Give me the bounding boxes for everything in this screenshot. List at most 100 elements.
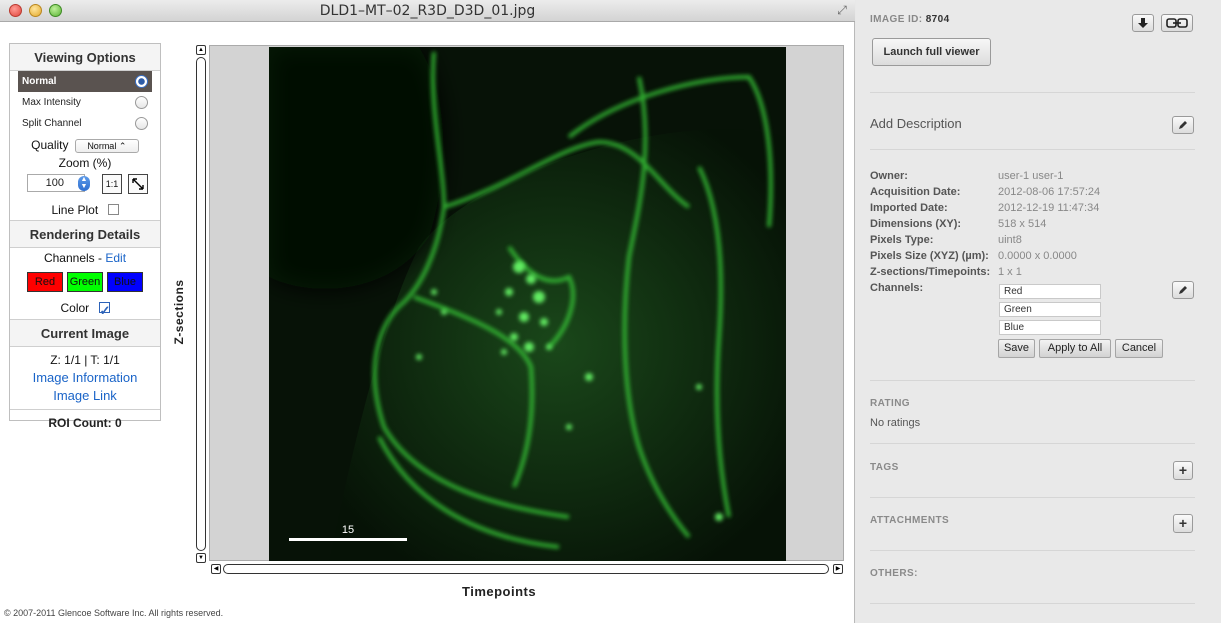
expand-diagonal-icon xyxy=(132,178,144,190)
image-id-value: 8704 xyxy=(925,14,950,25)
meta-key: Channels: xyxy=(870,282,924,294)
z-down-arrow-icon[interactable]: ▼ xyxy=(196,553,206,563)
meta-value: 1 x 1 xyxy=(998,266,1022,278)
channel-green-button[interactable]: Green xyxy=(67,272,103,292)
quality-select[interactable]: Normal ⌃ xyxy=(74,138,139,153)
mode-max-intensity-label: Max Intensity xyxy=(22,97,81,108)
zoom-input[interactable]: 100 xyxy=(27,174,85,192)
t-slider-track[interactable] xyxy=(223,564,829,574)
meta-key: Dimensions (XY): xyxy=(870,218,962,230)
viewing-options-panel: Viewing Options Normal Max Intensity Spl… xyxy=(9,43,161,430)
channel-name-input-blue[interactable]: Blue xyxy=(999,320,1101,335)
divider xyxy=(870,443,1195,444)
meta-key: Acquisition Date: xyxy=(870,186,961,198)
meta-value: uint8 xyxy=(998,234,1022,246)
meta-value: 0.0000 x 0.0000 xyxy=(998,250,1077,262)
color-checkbox[interactable] xyxy=(98,299,110,323)
download-arrow-icon xyxy=(1138,18,1148,28)
scale-bar-label: 15 xyxy=(342,524,354,536)
quality-row: Quality Normal ⌃ xyxy=(10,137,160,154)
timepoints-axis-label: Timepoints xyxy=(462,584,537,599)
z-t-position: Z: 1/1 | T: 1/1 xyxy=(50,353,120,367)
download-button[interactable] xyxy=(1132,14,1154,32)
t-left-arrow-icon[interactable]: ◀ xyxy=(211,564,221,574)
roi-count: ROI Count: 0 xyxy=(10,409,160,435)
meta-key: Pixels Type: xyxy=(870,234,934,246)
cancel-button[interactable]: Cancel xyxy=(1115,339,1163,358)
meta-key: Owner: xyxy=(870,170,908,182)
rendering-details-heading: Rendering Details xyxy=(10,221,160,248)
link-button[interactable] xyxy=(1161,14,1193,32)
mode-normal-radio[interactable] xyxy=(135,75,148,88)
viewing-options-heading: Viewing Options xyxy=(10,44,160,71)
rating-value: No ratings xyxy=(870,417,921,429)
image-link[interactable]: Image Link xyxy=(10,387,160,405)
window-title: DLD1–MT–02_R3D_D3D_01.jpg xyxy=(319,3,536,19)
z-up-arrow-icon[interactable]: ▲ xyxy=(196,45,206,55)
mode-split-channel-option[interactable]: Split Channel xyxy=(10,113,160,134)
copyright-notice: © 2007-2011 Glencoe Software Inc. All ri… xyxy=(4,608,224,618)
window-titlebar[interactable]: DLD1–MT–02_R3D_D3D_01.jpg ⤢ xyxy=(0,0,855,22)
quality-label: Quality xyxy=(31,138,69,152)
meta-value: 2012-12-19 11:47:34 xyxy=(998,202,1100,214)
image-id: IMAGE ID: 8704 xyxy=(870,14,950,25)
tags-heading: TAGS xyxy=(870,462,899,473)
mode-normal-option[interactable]: Normal xyxy=(18,71,152,92)
save-button[interactable]: Save xyxy=(998,339,1035,358)
z-sections-slider[interactable]: ▲ ▼ xyxy=(196,45,206,563)
z-slider-track[interactable] xyxy=(196,57,206,551)
plus-icon: + xyxy=(1178,462,1188,478)
mode-max-intensity-radio[interactable] xyxy=(135,96,148,109)
line-plot-label: Line Plot xyxy=(51,203,99,217)
pencil-icon xyxy=(1179,286,1187,294)
channels-label: Channels - xyxy=(43,251,102,265)
image-information-link[interactable]: Image Information xyxy=(10,369,160,387)
zoom-stepper[interactable]: ▲ ▼ xyxy=(78,176,90,191)
fluorescence-image-graphic: 15 xyxy=(269,47,786,561)
attachments-heading: ATTACHMENTS xyxy=(870,515,950,526)
current-image-heading: Current Image xyxy=(10,320,160,347)
channel-red-button[interactable]: Red xyxy=(27,272,63,292)
image-id-label: IMAGE ID: xyxy=(870,14,923,25)
meta-key: Imported Date: xyxy=(870,202,948,214)
launch-full-viewer-button[interactable]: Launch full viewer xyxy=(872,38,991,66)
add-attachment-button[interactable]: + xyxy=(1173,514,1193,533)
zoom-actual-size-button[interactable]: 1:1 xyxy=(102,174,122,194)
divider xyxy=(870,92,1195,93)
edit-description-button[interactable] xyxy=(1172,116,1194,134)
add-tag-button[interactable]: + xyxy=(1173,461,1193,480)
mode-normal-label: Normal xyxy=(22,76,57,87)
mode-max-intensity-option[interactable]: Max Intensity xyxy=(10,92,160,113)
divider xyxy=(870,603,1195,604)
mode-split-channel-label: Split Channel xyxy=(22,118,82,129)
image-canvas[interactable]: 15 xyxy=(209,45,844,561)
channel-name-input-red[interactable]: Red xyxy=(999,284,1101,299)
meta-key: Pixels Size (XYZ) (µm): xyxy=(870,250,989,262)
divider xyxy=(870,149,1195,150)
meta-value: 518 x 514 xyxy=(998,218,1047,230)
edit-channels-link[interactable]: Edit xyxy=(105,251,126,265)
fullscreen-icon[interactable]: ⤢ xyxy=(835,3,849,17)
quality-value: Normal xyxy=(87,140,117,151)
channel-name-input-green[interactable]: Green xyxy=(999,302,1101,317)
microscopy-image[interactable]: 15 xyxy=(269,47,786,561)
apply-to-all-button[interactable]: Apply to All xyxy=(1039,339,1111,358)
channels-row: Channels - Edit xyxy=(10,248,160,268)
pencil-icon xyxy=(1179,121,1187,129)
edit-channels-button[interactable] xyxy=(1172,281,1194,299)
color-row: Color xyxy=(10,296,160,323)
zoom-fit-button[interactable] xyxy=(128,174,148,194)
metadata-panel: IMAGE ID: 8704 Launch full viewer Add De… xyxy=(856,0,1221,623)
timepoints-slider[interactable]: ◀ ▶ xyxy=(211,564,843,576)
divider xyxy=(870,550,1195,551)
t-right-arrow-icon[interactable]: ▶ xyxy=(833,564,843,574)
meta-value: 2012-08-06 17:57:24 xyxy=(998,186,1101,198)
channel-blue-button[interactable]: Blue xyxy=(107,272,143,292)
divider xyxy=(870,380,1195,381)
add-description-link[interactable]: Add Description xyxy=(870,116,962,131)
color-label: Color xyxy=(60,301,90,315)
mode-split-channel-radio[interactable] xyxy=(135,117,148,130)
channel-buttons: Red Green Blue xyxy=(10,268,160,296)
line-plot-checkbox[interactable] xyxy=(107,204,119,216)
rating-heading: RATING xyxy=(870,398,910,409)
